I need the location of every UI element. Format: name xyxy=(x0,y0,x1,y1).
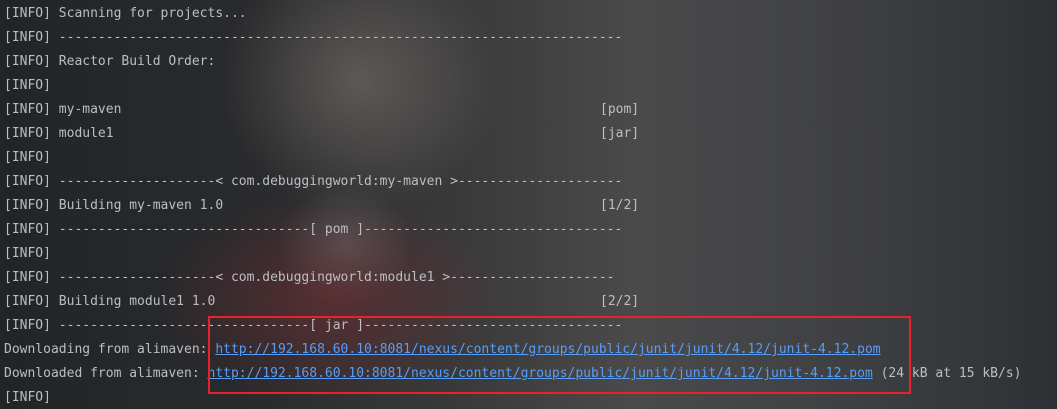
packaging-tag: [jar] xyxy=(600,126,640,141)
line-text: [INFO] --------------------------------[… xyxy=(4,318,623,333)
line-text: [INFO] --------------------------------[… xyxy=(4,222,623,237)
line-text: [INFO] Building module1 1.0 xyxy=(4,294,216,309)
line-text: [INFO] Building my-maven 1.0 xyxy=(4,198,224,213)
console-line: [INFO] xyxy=(4,74,51,98)
line-text: [INFO] xyxy=(4,78,51,93)
console-line: [INFO] Reactor Build Order: xyxy=(4,50,215,74)
line-text: [INFO] xyxy=(4,246,51,261)
console-line: [INFO] Building my-maven 1.0 [1/2] xyxy=(4,194,644,218)
downloaded-line: Downloaded from alimaven: http://192.168… xyxy=(4,362,1022,386)
console-line: [INFO] xyxy=(4,242,51,266)
downloading-prefix: Downloading from alimaven: xyxy=(4,342,216,357)
downloading-url-link[interactable]: http://192.168.60.10:8081/nexus/content/… xyxy=(215,342,880,357)
console-line: [INFO] xyxy=(4,146,51,170)
console-line: [INFO] --------------------------------[… xyxy=(4,314,622,338)
console-line: [INFO] my-maven [pom] xyxy=(4,98,644,122)
downloaded-prefix: Downloaded from alimaven: xyxy=(4,366,208,381)
console-line: [INFO] --------------------------------[… xyxy=(4,218,622,242)
console-line: [INFO] module1 [jar] xyxy=(4,122,644,146)
build-progress-tag: [1/2] xyxy=(600,198,640,213)
line-text: [INFO] ---------------------------------… xyxy=(4,30,623,45)
line-text: [INFO] module1 xyxy=(4,126,114,141)
console-line: [INFO] Scanning for projects... xyxy=(4,2,247,26)
line-text: [INFO] my-maven xyxy=(4,102,122,117)
line-text: [INFO] --------------------< com.debuggi… xyxy=(4,174,623,189)
line-text: [INFO] Scanning for projects... xyxy=(4,6,247,21)
line-text: [INFO] Reactor Build Order: xyxy=(4,54,216,69)
line-text: [INFO] xyxy=(4,390,51,405)
download-stats: (24 kB at 15 kB/s) xyxy=(872,366,1022,381)
line-text: [INFO] --------------------< com.debuggi… xyxy=(4,270,615,285)
console-line: [INFO] ---------------------------------… xyxy=(4,26,622,50)
console-line: [INFO] Building module1 1.0 [2/2] xyxy=(4,290,644,314)
packaging-tag: [pom] xyxy=(600,102,640,117)
console-line: [INFO] --------------------< com.debuggi… xyxy=(4,266,614,290)
line-text: [INFO] xyxy=(4,150,51,165)
downloaded-url-link[interactable]: http://192.168.60.10:8081/nexus/content/… xyxy=(208,366,873,381)
build-progress-tag: [2/2] xyxy=(600,294,640,309)
downloading-line: Downloading from alimaven: http://192.16… xyxy=(4,338,881,362)
console-line: [INFO] xyxy=(4,386,51,409)
console-line: [INFO] --------------------< com.debuggi… xyxy=(4,170,622,194)
console-output[interactable]: [INFO] Scanning for projects... [INFO] -… xyxy=(0,0,1057,409)
